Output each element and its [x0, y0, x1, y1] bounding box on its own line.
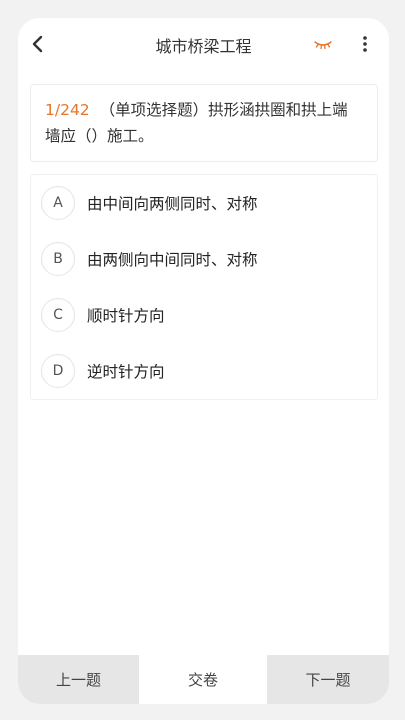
eye-toggle-button[interactable]: [312, 35, 334, 53]
option-letter: B: [41, 242, 75, 276]
question-card: 1/242 （单项选择题）拱形涵拱圈和拱上端墙应（）施工。: [30, 84, 378, 162]
chevron-left-icon: [32, 35, 43, 53]
app-screen: 城市桥梁工程 1/242 （单项选择题）拱形涵拱圈和拱上端墙应（）施工。 A 由…: [18, 18, 389, 704]
back-button[interactable]: [24, 30, 52, 58]
option-d[interactable]: D 逆时针方向: [31, 343, 377, 399]
next-question-button[interactable]: 下一题: [267, 655, 389, 704]
more-vertical-icon: [363, 36, 367, 52]
option-letter: D: [41, 354, 75, 388]
option-letter: C: [41, 298, 75, 332]
question-number: 1/242: [45, 101, 90, 119]
option-text: 由两侧向中间同时、对称: [87, 251, 258, 269]
top-bar: 城市桥梁工程: [18, 18, 389, 70]
option-letter: A: [41, 186, 75, 220]
option-b[interactable]: B 由两侧向中间同时、对称: [31, 231, 377, 287]
submit-exam-button[interactable]: 交卷: [139, 655, 267, 704]
previous-question-button[interactable]: 上一题: [18, 655, 139, 704]
option-c[interactable]: C 顺时针方向: [31, 287, 377, 343]
options-list: A 由中间向两侧同时、对称 B 由两侧向中间同时、对称 C 顺时针方向 D 逆时…: [30, 174, 378, 400]
closed-eye-icon: [314, 41, 332, 50]
option-text: 逆时针方向: [87, 363, 165, 381]
bottom-nav: 上一题 交卷 下一题: [18, 655, 389, 704]
more-options-button[interactable]: [354, 32, 376, 56]
question-area: 1/242 （单项选择题）拱形涵拱圈和拱上端墙应（）施工。 A 由中间向两侧同时、…: [18, 70, 389, 652]
option-a[interactable]: A 由中间向两侧同时、对称: [31, 175, 377, 231]
question-text: （单项选择题）拱形涵拱圈和拱上端墙应（）施工。: [45, 101, 348, 145]
option-text: 顺时针方向: [87, 307, 165, 325]
option-text: 由中间向两侧同时、对称: [87, 195, 258, 213]
